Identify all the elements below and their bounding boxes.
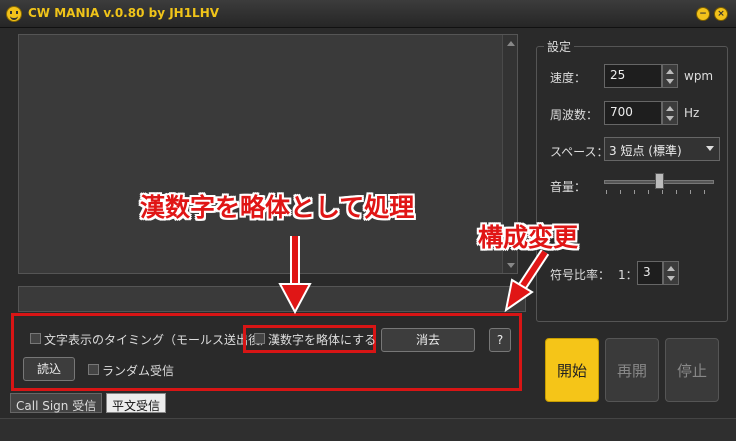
annotation-arrows (278, 236, 550, 315)
arrow-down-icon (278, 236, 312, 315)
arrow-down-left-icon (504, 249, 550, 313)
